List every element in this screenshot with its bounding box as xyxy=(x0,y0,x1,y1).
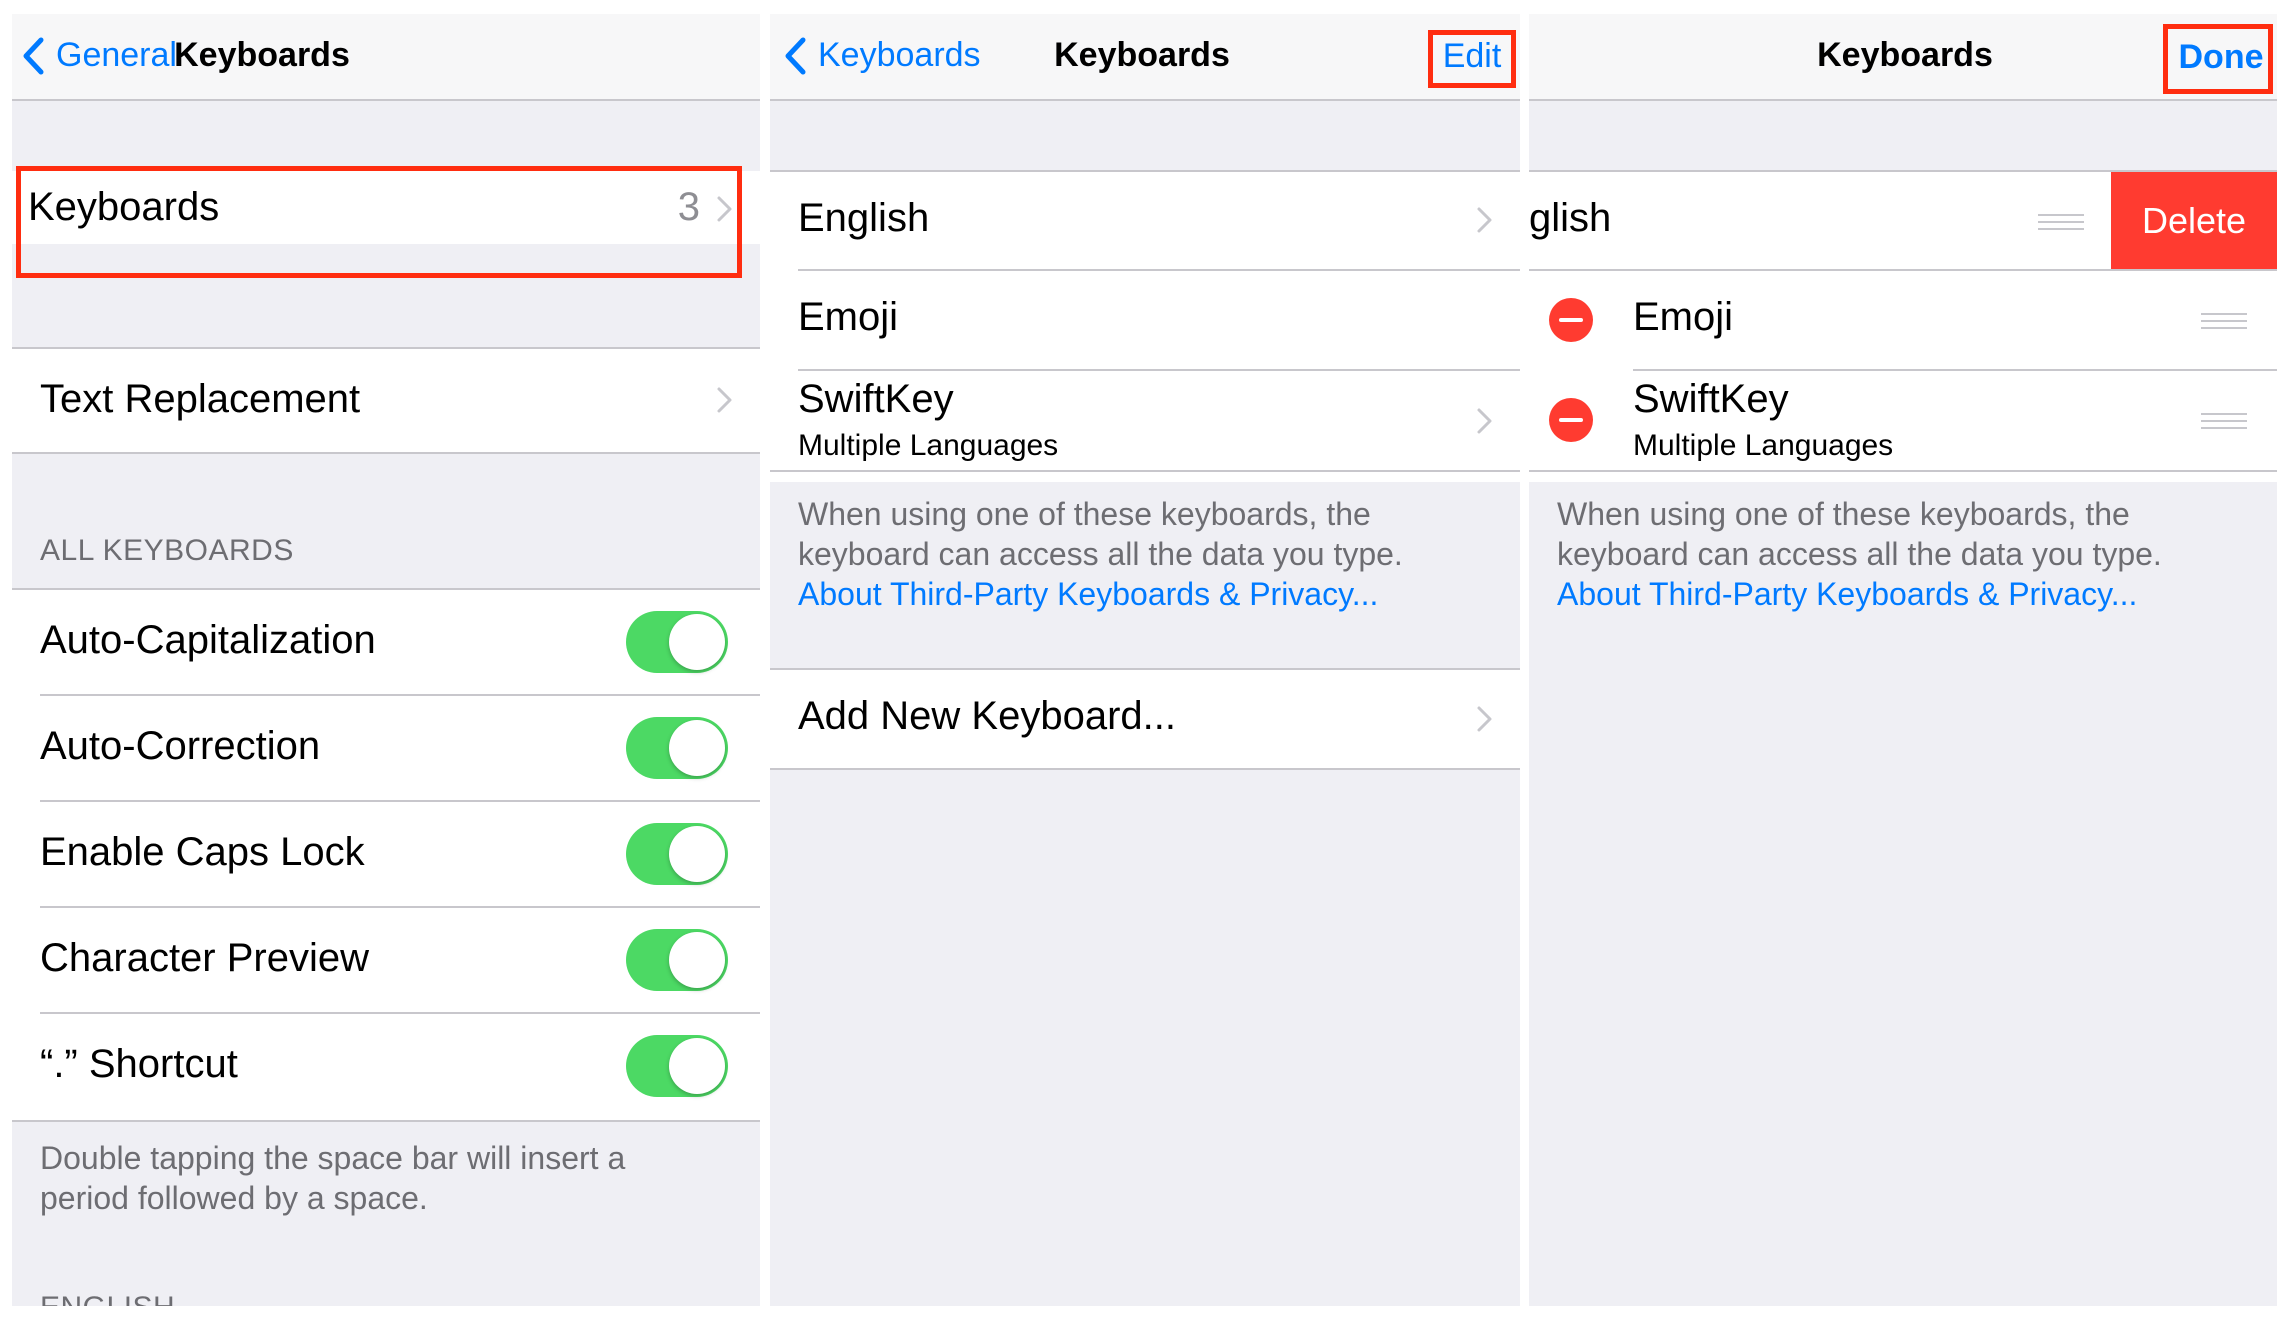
keyboard-subtitle: Multiple Languages xyxy=(1633,429,1894,462)
chevron-right-icon xyxy=(1477,706,1492,732)
text-replacement-row[interactable]: Text Replacement xyxy=(12,349,760,452)
navigation-bar: General Keyboards xyxy=(12,14,760,101)
keyboard-subtitle: Multiple Languages xyxy=(798,429,1059,462)
toggle-label: Auto-Capitalization xyxy=(40,618,376,662)
chevron-right-icon xyxy=(717,387,732,413)
privacy-note: When using one of these keyboards, the k… xyxy=(798,496,1403,572)
toggle-knob xyxy=(669,720,725,776)
keyboard-row-english-swiped[interactable]: glish Delete xyxy=(1529,172,2277,269)
done-button-highlight xyxy=(2163,24,2273,94)
divider xyxy=(770,470,1520,472)
enable-caps-lock-toggle[interactable] xyxy=(626,823,728,885)
auto-capitalization-toggle[interactable] xyxy=(626,611,728,673)
text-replacement-label: Text Replacement xyxy=(40,377,361,421)
toggle-knob xyxy=(669,1038,725,1094)
keyboards-list-panel: Keyboards Keyboards Edit English Emoji S… xyxy=(770,14,1520,1306)
keyboards-settings-panel: General Keyboards Keyboards 3 Text Repla… xyxy=(12,14,760,1306)
toggle-label: Character Preview xyxy=(40,936,370,980)
toggle-row[interactable]: Auto-Correction xyxy=(12,696,760,800)
delete-button[interactable]: Delete xyxy=(2111,172,2277,269)
period-shortcut-toggle[interactable] xyxy=(626,1035,728,1097)
toggle-knob xyxy=(669,826,725,882)
privacy-note: When using one of these keyboards, the k… xyxy=(1557,496,2162,572)
auto-correction-toggle[interactable] xyxy=(626,717,728,779)
keyboard-name: SwiftKey xyxy=(798,377,954,421)
minus-circle-icon[interactable] xyxy=(1549,298,1593,342)
privacy-footer: When using one of these keyboards, the k… xyxy=(798,494,1498,614)
reorder-grip-icon[interactable] xyxy=(2201,413,2247,429)
privacy-link[interactable]: About Third-Party Keyboards & Privacy... xyxy=(1557,576,2137,612)
character-preview-toggle[interactable] xyxy=(626,929,728,991)
toggle-knob xyxy=(669,614,725,670)
keyboard-name: Emoji xyxy=(1633,295,1734,339)
keyboard-edit-list: glish Delete Emoji SwiftKey Multiple Lan… xyxy=(1529,172,2277,482)
privacy-link[interactable]: About Third-Party Keyboards & Privacy... xyxy=(798,576,1378,612)
shortcut-footer-note: Double tapping the space bar will insert… xyxy=(40,1140,626,1216)
keyboard-list: English Emoji SwiftKey Multiple Language… xyxy=(770,172,1520,482)
toggle-label: Enable Caps Lock xyxy=(40,830,365,874)
page-title: Keyboards xyxy=(1054,36,1230,74)
page-title: Keyboards xyxy=(174,36,350,74)
keyboard-row-emoji[interactable]: Emoji xyxy=(770,271,1520,369)
add-new-keyboard-label: Add New Keyboard... xyxy=(798,694,1176,738)
toggle-row[interactable]: Auto-Capitalization xyxy=(12,590,760,694)
keyboard-name: SwiftKey xyxy=(1633,377,1789,421)
add-new-keyboard-row[interactable]: Add New Keyboard... xyxy=(770,670,1520,768)
toggle-knob xyxy=(669,932,725,988)
toggle-label: Auto-Correction xyxy=(40,724,321,768)
divider xyxy=(1529,470,2277,472)
keyboard-row-emoji[interactable]: Emoji xyxy=(1529,271,2277,369)
keyboard-name: English xyxy=(798,196,930,240)
toggle-row[interactable]: Enable Caps Lock xyxy=(12,802,760,906)
navigation-bar: Keyboards Done xyxy=(1529,14,2277,101)
toggle-group: Auto-Capitalization Auto-Correction Enab… xyxy=(12,590,760,1120)
navigation-bar: Keyboards Keyboards Edit xyxy=(770,14,1520,101)
keyboards-edit-panel: Keyboards Done glish Delete Emoji SwiftK… xyxy=(1529,14,2277,1306)
keyboard-row-swiftkey[interactable]: SwiftKey Multiple Languages xyxy=(770,371,1520,470)
keyboard-name: Emoji xyxy=(798,295,899,339)
toggle-row[interactable]: Character Preview xyxy=(12,908,760,1012)
keyboard-row-english[interactable]: English xyxy=(770,172,1520,269)
reorder-grip-icon[interactable] xyxy=(2038,214,2084,230)
privacy-footer: When using one of these keyboards, the k… xyxy=(1557,494,2257,614)
section-header-all-keyboards: ALL KEYBOARDS xyxy=(40,534,294,567)
toggle-label: “.” Shortcut xyxy=(40,1042,238,1086)
chevron-right-icon xyxy=(1477,408,1492,434)
divider xyxy=(12,452,760,454)
keyboards-row-highlight xyxy=(16,166,742,278)
toggle-row[interactable]: “.” Shortcut xyxy=(12,1014,760,1118)
reorder-grip-icon[interactable] xyxy=(2201,313,2247,329)
section-header-english: ENGLISH xyxy=(40,1291,175,1306)
chevron-right-icon xyxy=(1477,207,1492,233)
keyboard-row-swiftkey[interactable]: SwiftKey Multiple Languages xyxy=(1529,371,2277,470)
keyboard-name: glish xyxy=(1529,196,1612,240)
minus-circle-icon[interactable] xyxy=(1549,398,1593,442)
divider xyxy=(12,1120,760,1122)
divider xyxy=(770,768,1520,770)
edit-button-highlight xyxy=(1428,30,1516,88)
